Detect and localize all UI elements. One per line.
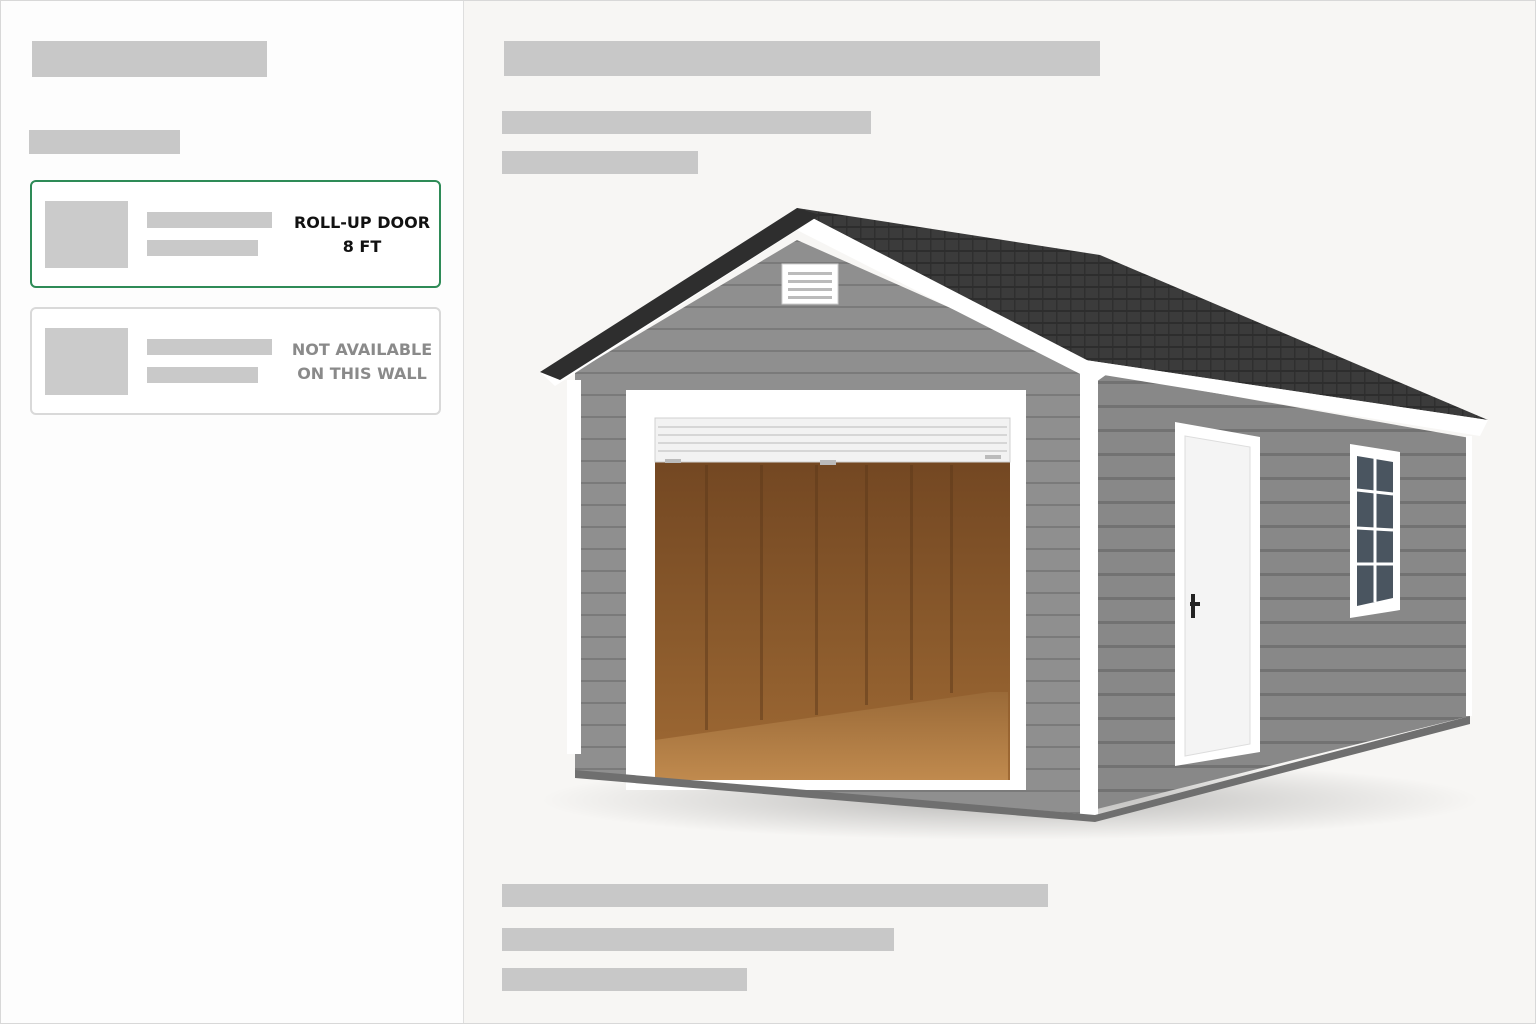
side-window [1350,444,1400,618]
side-entry-door [1175,422,1260,766]
gable-vent-icon [781,263,839,305]
roll-up-door-opening [626,390,1026,790]
shed-preview-image [540,208,1488,840]
corner-board-left [567,380,581,754]
corner-board-back [1466,436,1472,716]
corner-board-right [1080,368,1098,816]
side-wall [1085,370,1470,812]
